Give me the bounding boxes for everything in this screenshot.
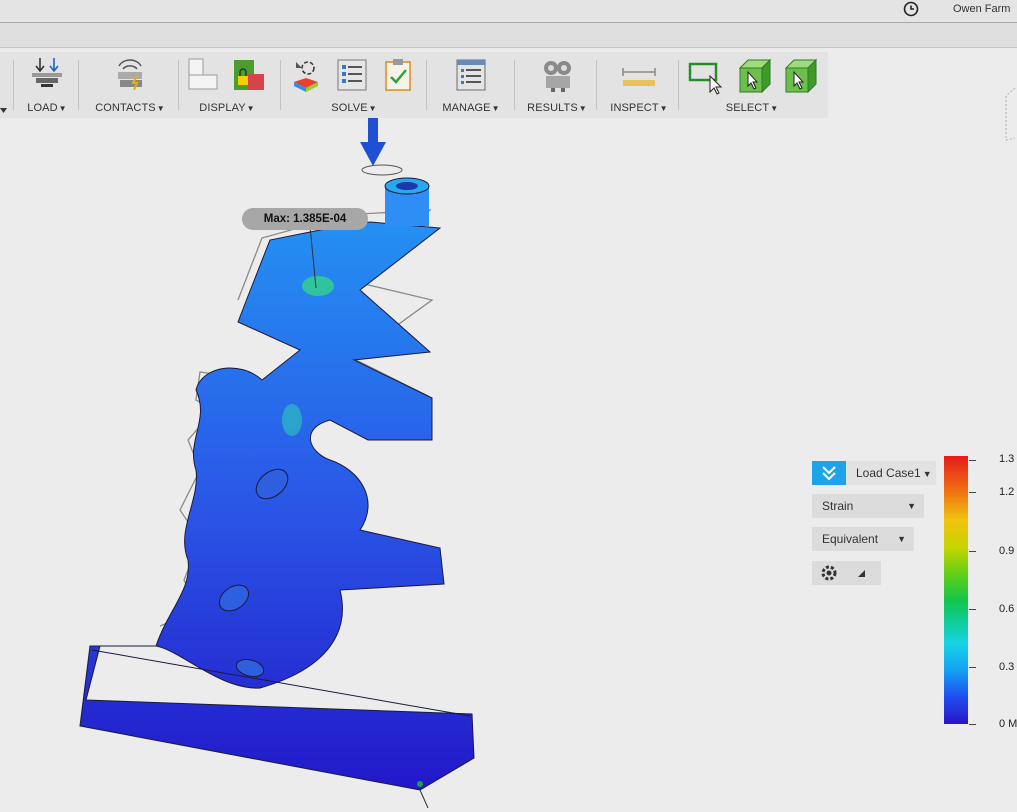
legend-label: 0 M (999, 718, 1017, 730)
select-label: SELECT▼ (725, 102, 779, 114)
toolbar-separator (280, 60, 281, 110)
results-group[interactable]: RESULTS▼ (522, 52, 592, 118)
inspect-icon[interactable] (619, 56, 659, 96)
top-boss (384, 177, 430, 226)
display-group[interactable]: DISPLAY▼ (186, 52, 268, 118)
toolbar-separator (78, 60, 79, 110)
toolbar: LOAD▼ CONTACTS▼ DISPLAY▼ SOLVE▼ MANAGE▼ … (0, 52, 828, 118)
inspect-group[interactable]: INSPECT▼ (603, 52, 675, 118)
contacts-icon[interactable] (110, 56, 150, 96)
max-probe-label[interactable]: Max: 1.385E-04 (242, 208, 368, 230)
select-group[interactable]: SELECT▼ (684, 52, 820, 118)
load-case-selector[interactable]: Load Case1 ▼ (812, 461, 936, 485)
gear-icon (821, 565, 837, 581)
manage-icon[interactable] (451, 56, 491, 96)
results-label: RESULTS▼ (527, 102, 587, 114)
legend-tick (969, 667, 976, 668)
clock-icon[interactable] (901, 0, 921, 19)
component-dropdown[interactable]: Equivalent ▼ (812, 527, 914, 551)
legend-tick (969, 551, 976, 552)
toolbar-separator (178, 60, 179, 110)
display-icon[interactable] (186, 56, 220, 94)
manage-label: MANAGE▼ (442, 102, 500, 114)
toolbar-separator (678, 60, 679, 110)
cut-off-caret-icon[interactable] (0, 106, 10, 116)
solve-group[interactable]: SOLVE▼ (286, 52, 422, 118)
double-chevron-down-icon (822, 466, 836, 481)
tab-strip (0, 23, 1017, 48)
window-select-icon[interactable] (684, 56, 728, 100)
load-case-dropdown[interactable]: Load Case1 ▼ (846, 461, 936, 485)
load-arrow-icon[interactable] (360, 118, 403, 176)
select-icon[interactable] (736, 56, 774, 96)
manage-group[interactable]: MANAGE▼ (434, 52, 508, 118)
dropdown-arrow-icon: ▼ (907, 501, 916, 511)
strain-body (79, 221, 475, 791)
toolbar-separator (426, 60, 427, 110)
precheck-icon[interactable] (380, 56, 416, 96)
expand-corner-icon (858, 570, 865, 577)
legend-label: 0.6 (999, 603, 1015, 615)
toolbar-separator (596, 60, 597, 110)
strain-legend-bar (944, 456, 968, 724)
legend-tick (969, 724, 976, 725)
display-lock-icon[interactable] (230, 56, 268, 96)
legend-tick (969, 609, 976, 610)
toolbar-separator (514, 60, 515, 110)
user-name[interactable]: Owen Farm (953, 3, 1010, 15)
load-label: LOAD▼ (27, 102, 67, 114)
legend-label: 0.3 (999, 661, 1015, 673)
contacts-label: CONTACTS▼ (95, 102, 165, 114)
legend-tick (969, 492, 976, 493)
load-group[interactable]: LOAD▼ (22, 52, 72, 118)
legend-tick (969, 460, 976, 461)
display-label: DISPLAY▼ (199, 102, 255, 114)
paint-select-icon[interactable] (782, 56, 820, 96)
result-type-dropdown[interactable]: Strain ▼ (812, 494, 924, 518)
dropdown-arrow-icon: ▼ (897, 534, 906, 544)
toolbar-separator (13, 60, 14, 110)
contacts-group[interactable]: CONTACTS▼ (86, 52, 174, 118)
inspect-label: INSPECT▼ (610, 102, 668, 114)
solve-icon[interactable] (288, 56, 324, 96)
legend-label: 0.9 (999, 545, 1015, 557)
task-list-icon[interactable] (334, 56, 370, 96)
solve-label: SOLVE▼ (331, 102, 377, 114)
legend-label: 1.2 (999, 486, 1015, 498)
title-bar: Owen Farm (0, 0, 1017, 23)
view-cube-icon[interactable] (1003, 86, 1017, 146)
results-icon[interactable] (537, 56, 577, 96)
legend-settings-button[interactable] (812, 561, 881, 585)
load-icon[interactable] (28, 56, 66, 96)
legend-label: 1.3 (999, 453, 1015, 465)
collapse-toggle[interactable] (812, 461, 846, 485)
